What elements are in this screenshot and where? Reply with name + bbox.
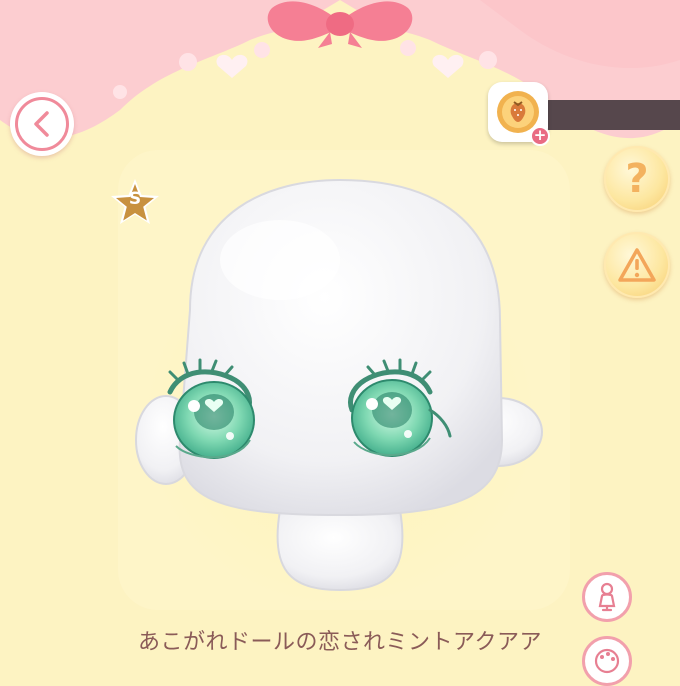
try-on-button[interactable]: [582, 572, 632, 622]
help-button[interactable]: ?: [604, 146, 670, 212]
back-button-ring: [15, 97, 69, 151]
warning-button[interactable]: [604, 232, 670, 298]
add-currency-button[interactable]: +: [530, 126, 550, 146]
chevron-left-icon: [34, 111, 49, 137]
ribbon-icon: [267, 1, 413, 48]
screen: + ? S あこがれドールの恋されミントアクアア: [0, 0, 680, 686]
help-button-label: ?: [625, 156, 649, 202]
warning-icon: [618, 248, 656, 282]
currency-amount: [534, 100, 680, 130]
doll-preview: [135, 178, 543, 610]
back-button[interactable]: [10, 92, 74, 156]
mannequin-icon: [598, 582, 616, 612]
item-name: あこがれドールの恋されミントアクアア: [138, 630, 542, 655]
currency-display: +: [488, 82, 680, 148]
